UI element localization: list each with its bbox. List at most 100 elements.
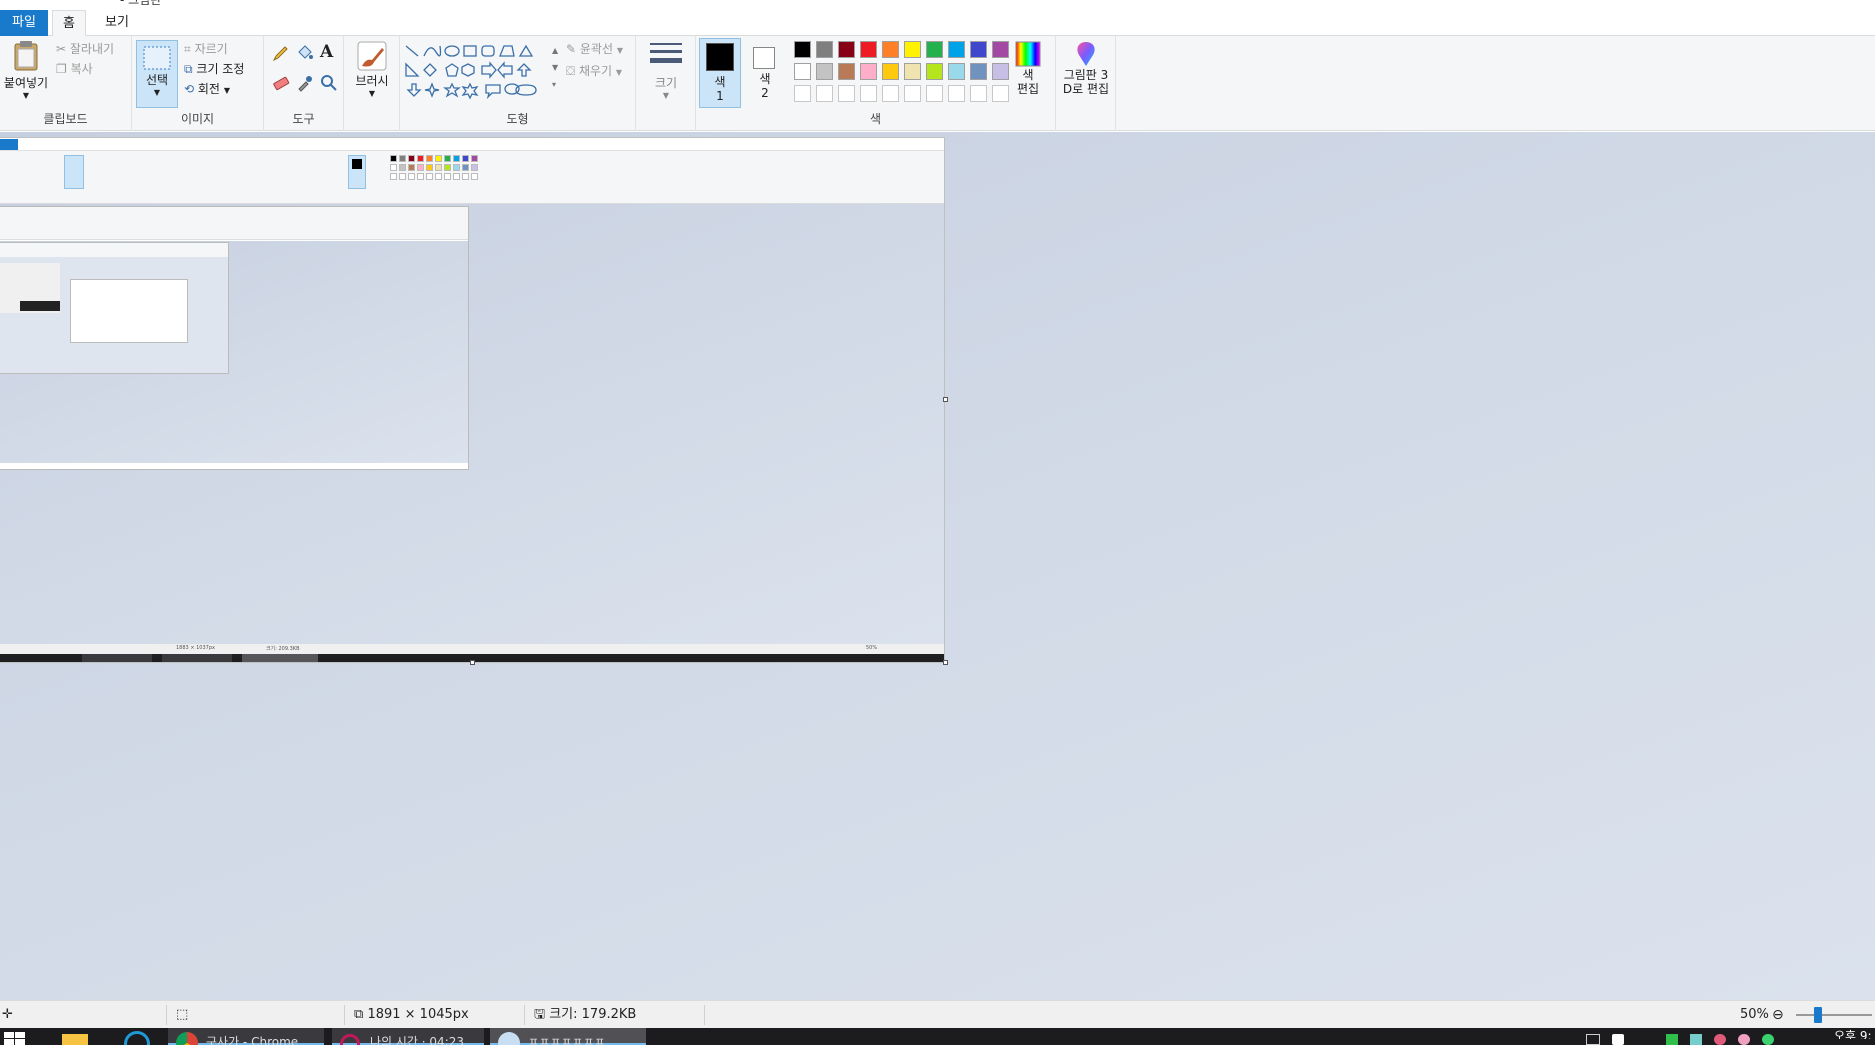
color-picker-icon[interactable] — [296, 74, 314, 92]
tab-home[interactable]: 홈 — [52, 10, 86, 37]
edit-colors-button[interactable]: 색 편집 — [1006, 40, 1050, 110]
brush-button[interactable]: 브러시 ▼ — [348, 40, 396, 106]
taskbar-paint[interactable]: ㅍㅍㅍㅍㅍㅍㅍ — [490, 1028, 646, 1045]
chevron-down-icon: ▼ — [662, 91, 670, 100]
palette-swatch[interactable] — [948, 63, 965, 80]
color2-button[interactable]: 색 2 — [744, 38, 786, 108]
palette-swatch[interactable] — [860, 85, 877, 102]
nested-palette-swatch — [471, 164, 478, 171]
tray-icon[interactable] — [1666, 1034, 1678, 1045]
windows-start-icon[interactable] — [4, 1032, 26, 1045]
resize-handle-right[interactable] — [943, 397, 948, 402]
palette-swatch[interactable] — [948, 85, 965, 102]
canvas-workspace[interactable]: 1883 × 1037px 크기: 209.3KB 50% — [0, 132, 1875, 1000]
resize-handle-bottom[interactable] — [470, 660, 475, 665]
menu-tabs: 파일 홈 보기 — [0, 8, 1875, 37]
tray-icon[interactable] — [1738, 1034, 1750, 1045]
tray-icon[interactable] — [1762, 1034, 1774, 1045]
nested-palette-swatch — [453, 173, 460, 180]
tray-icon[interactable] — [1690, 1034, 1702, 1045]
paste-button[interactable]: 붙여넣기 ▼ — [2, 40, 50, 106]
palette-swatch[interactable] — [860, 63, 877, 80]
app-icon — [340, 1034, 360, 1045]
palette-swatch[interactable] — [816, 85, 833, 102]
copy-button[interactable]: ❐ 복사 — [56, 60, 93, 78]
nested-workspace — [0, 204, 944, 644]
select-button[interactable]: 선택 ▼ — [136, 40, 178, 108]
palette-swatch[interactable] — [816, 41, 833, 58]
taskbar-app2[interactable]: 나의 시간 · 04:23 — [332, 1028, 484, 1045]
zoom-slider-track[interactable] — [1796, 1014, 1872, 1016]
cut-button[interactable]: ✂ 잘라내기 — [56, 40, 114, 58]
clock[interactable]: 오후 9: — [1834, 1028, 1872, 1039]
brush-icon — [357, 41, 387, 71]
palette-swatch[interactable] — [970, 41, 987, 58]
tab-view[interactable]: 보기 — [100, 10, 134, 36]
color1-button[interactable]: 색 1 — [699, 38, 741, 108]
file-explorer-icon[interactable] — [62, 1034, 88, 1045]
palette-swatch[interactable] — [838, 63, 855, 80]
nested-dimensions: 1883 × 1037px — [176, 645, 215, 651]
nested-menu-tabs — [0, 138, 944, 151]
fill-icon: ⛋ — [566, 64, 576, 78]
palette-swatch[interactable] — [860, 41, 877, 58]
fill-bucket-icon[interactable] — [296, 44, 314, 62]
system-tray — [1586, 1034, 1786, 1045]
outline-button[interactable]: ✎ 윤곽선 ▼ — [566, 40, 623, 58]
chrome-icon — [176, 1032, 198, 1045]
palette-swatch[interactable] — [926, 85, 943, 102]
tab-file[interactable]: 파일 — [0, 10, 48, 36]
palette-swatch[interactable] — [882, 63, 899, 80]
text-tool-icon[interactable]: A — [320, 42, 333, 62]
palette-swatch[interactable] — [794, 63, 811, 80]
chevron-down-icon: ▼ — [368, 89, 376, 98]
palette-swatch[interactable] — [904, 85, 921, 102]
resize-handle-corner[interactable] — [943, 660, 948, 665]
nested-zoom: 50% — [866, 645, 878, 651]
canvas[interactable]: 1883 × 1037px 크기: 209.3KB 50% — [0, 138, 944, 662]
tray-icon[interactable] — [1612, 1034, 1624, 1045]
nested-primary-swatch — [352, 159, 362, 169]
palette-swatch[interactable] — [838, 85, 855, 102]
crop-label: 자르기 — [194, 42, 228, 56]
tray-icon[interactable] — [1586, 1034, 1600, 1045]
nested-palette-swatch — [471, 155, 478, 162]
eraser-icon[interactable] — [272, 74, 290, 92]
zoom-slider-thumb[interactable] — [1814, 1007, 1822, 1023]
fill-button[interactable]: ⛋ 채우기 ▼ — [566, 62, 622, 80]
palette-swatch[interactable] — [970, 85, 987, 102]
taskbar-chrome[interactable]: 구사가 - Chrome — [168, 1028, 324, 1045]
edit-in-paint3d-button[interactable]: 그림판 3 D로 편집 — [1058, 40, 1114, 110]
rotate-button[interactable]: ⟲ 회전 ▼ — [184, 80, 230, 98]
palette-swatch[interactable] — [904, 41, 921, 58]
palette-swatch[interactable] — [794, 41, 811, 58]
pencil-icon[interactable] — [272, 44, 290, 62]
palette-swatch[interactable] — [904, 63, 921, 80]
palette-swatch[interactable] — [882, 41, 899, 58]
magnifier-icon[interactable] — [320, 74, 338, 92]
edge-icon[interactable] — [124, 1031, 150, 1045]
palette-swatch[interactable] — [882, 85, 899, 102]
ribbon: 붙여넣기 ▼ ✂ 잘라내기 ❐ 복사 클립보드 선택 ▼ ⌗ 자르기 ⧉ 크기 … — [0, 36, 1875, 131]
selection-icon — [143, 46, 171, 70]
size-button[interactable]: 크기 ▼ — [644, 40, 688, 110]
select-label: 선택 — [145, 73, 169, 87]
nested-thumbnail-bar — [20, 301, 60, 311]
palette-swatch[interactable] — [794, 85, 811, 102]
color1-label: 색 1 — [714, 75, 726, 103]
palette-swatch[interactable] — [838, 41, 855, 58]
palette-swatch[interactable] — [948, 41, 965, 58]
palette-swatch[interactable] — [926, 41, 943, 58]
nested-file-tab — [0, 139, 18, 150]
palette-swatch[interactable] — [970, 63, 987, 80]
zoom-out-icon[interactable]: ⊖ — [1772, 1001, 1784, 1029]
shape-gallery[interactable] — [404, 42, 556, 102]
crop-button[interactable]: ⌗ 자르기 — [184, 40, 228, 58]
palette-swatch[interactable] — [926, 63, 943, 80]
nested-palette-swatch — [417, 155, 424, 162]
resize-button[interactable]: ⧉ 크기 조정 — [184, 60, 244, 78]
nested-dialog — [70, 279, 188, 343]
shape-scroll[interactable]: ▲ ▼ ▾ — [552, 42, 558, 93]
palette-swatch[interactable] — [816, 63, 833, 80]
tray-icon[interactable] — [1714, 1034, 1726, 1045]
